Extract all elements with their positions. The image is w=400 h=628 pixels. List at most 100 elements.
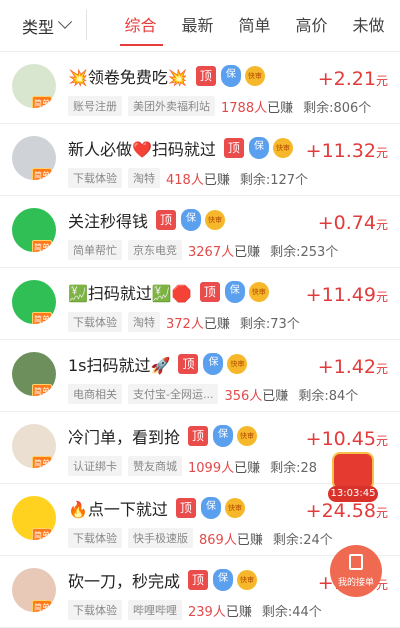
task-row[interactable]: 简单 1s扫码就过🚀 顶 保 快审 电商相关 支付宝-全网运... 356人已赚… [0,340,400,412]
task-avatar: 简单 [12,424,56,468]
remaining-count: 剩余:806个 [303,100,372,116]
earned-count: 1099人已赚 [188,457,260,476]
task-title-text: 冷门单，看到抢 [68,428,181,447]
earned-suffix: 已赚 [234,244,261,260]
earned-number: 3267人 [188,244,235,260]
task-title: 💹扫码就过💹🛑 顶 保 快审 [68,280,269,304]
platform-chip: 淘特 [128,312,160,332]
task-meta: 账号注册 美团外卖福利站 1788人已赚 剩余:806个 [68,96,371,116]
platform-chip: 赞友商城 [128,456,182,476]
avatar-tag: 简单 [32,240,52,252]
currency-unit: 元 [375,290,388,304]
task-title: 冷门单，看到抢 顶 保 快审 [68,424,258,448]
pin-badge: 顶 [156,210,177,230]
task-avatar: 简单 [12,64,56,108]
earned-suffix: 已赚 [262,388,289,404]
price-value: +1.42 [317,356,376,378]
fast-review-icon: 快审 [244,66,265,86]
fast-review-icon: 快审 [272,138,293,158]
shield-icon: 保 [200,497,221,519]
task-avatar: 简单 [12,352,56,396]
task-list: 简单 💥领卷免费吃💥 顶 保 快审 账号注册 美团外卖福利站 1788人已赚 剩… [0,52,400,628]
my-orders-button[interactable]: 我的接单 [330,545,382,597]
avatar-tag: 简单 [32,96,52,108]
pin-badge: 顶 [175,498,196,518]
avatar-tag: 简单 [32,384,52,396]
currency-unit: 元 [375,434,388,448]
type-filter-label: 类型 [22,18,55,37]
task-meta: 认证绑卡 赞友商城 1099人已赚 剩余:28 [68,456,317,476]
task-row[interactable]: 简单 新人必做❤️扫码就过 顶 保 快审 下载体验 淘特 418人已赚 剩余:1… [0,124,400,196]
earned-number: 1099人 [188,460,235,476]
task-title-text: 🔥点一下就过 [68,500,168,519]
shield-icon: 保 [220,65,241,87]
shield-icon: 保 [248,137,269,159]
earned-count: 356人已赚 [224,385,288,404]
clipboard-icon [349,554,363,570]
platform-chip: 京东电竞 [128,240,182,260]
task-row[interactable]: 简单 关注秒得钱 顶 保 快审 简单帮忙 京东电竞 3267人已赚 剩余:253… [0,196,400,268]
price-value: +11.49 [305,284,376,306]
reward-price: +2.21元 [318,68,388,90]
tab-simple[interactable]: 简单 [226,0,283,52]
reward-price: +11.49元 [306,284,388,306]
category-chip: 下载体验 [68,528,122,548]
earned-number: 1788人 [221,100,268,116]
task-title: 🔥点一下就过 顶 保 快审 [68,496,245,520]
platform-chip: 美团外卖福利站 [128,96,215,116]
earned-count: 372人已赚 [166,313,230,332]
type-filter-dropdown[interactable]: 类型 [22,14,73,38]
task-meta: 简单帮忙 京东电竞 3267人已赚 剩余:253个 [68,240,338,260]
avatar-tag: 简单 [32,312,52,324]
earned-number: 356人 [224,388,263,404]
earned-suffix: 已赚 [203,172,230,188]
task-title: 💥领卷免费吃💥 顶 保 快审 [68,64,265,88]
price-value: +0.74 [317,212,376,234]
earned-count: 418人已赚 [166,169,230,188]
remaining-count: 剩余:253个 [270,244,339,260]
task-title-text: 1s扫码就过🚀 [68,356,171,375]
earned-count: 1788人已赚 [221,97,293,116]
task-title-text: 砍一刀，秒完成 [68,572,181,591]
earned-number: 239人 [188,604,226,620]
task-row[interactable]: 简单 💹扫码就过💹🛑 顶 保 快审 下载体验 淘特 372人已赚 剩余:73个 … [0,268,400,340]
task-meta: 下载体验 快手极速版 869人已赚 剩余:24个 [68,528,333,548]
platform-chip: 哔哩哔哩 [128,600,182,620]
fast-review-icon: 快审 [224,498,245,518]
tab-comprehensive[interactable]: 综合 [112,0,169,52]
task-avatar: 简单 [12,136,56,180]
task-title: 新人必做❤️扫码就过 顶 保 快审 [68,136,293,160]
task-meta: 电商相关 支付宝-全网运... 356人已赚 剩余:84个 [68,384,358,404]
shield-icon: 保 [213,425,234,447]
tab-not-done[interactable]: 未做 [340,0,397,52]
earned-number: 869人 [199,532,237,548]
remaining-count: 剩余:127个 [239,172,309,188]
earned-count: 3267人已赚 [188,241,260,260]
red-packet-widget[interactable]: 13:03:45 [328,452,378,504]
shield-icon: 保 [224,281,245,303]
tab-newest[interactable]: 最新 [169,0,226,52]
remaining-count: 剩余:73个 [239,316,300,332]
category-chip: 简单帮忙 [68,240,122,260]
reward-price: +11.32元 [306,140,388,162]
category-chip: 下载体验 [68,600,122,620]
fast-review-icon: 快审 [227,354,248,374]
task-avatar: 简单 [12,280,56,324]
pin-badge: 顶 [178,354,199,374]
red-packet-icon [332,452,374,490]
pin-badge: 顶 [223,138,244,158]
platform-chip: 快手极速版 [128,528,193,548]
category-chip: 下载体验 [68,312,122,332]
task-title-text: 💥领卷免费吃💥 [68,68,188,87]
task-title-text: 关注秒得钱 [68,212,149,231]
task-title: 1s扫码就过🚀 顶 保 快审 [68,352,248,376]
earned-count: 239人已赚 [188,601,252,620]
task-row[interactable]: 简单 💥领卷免费吃💥 顶 保 快审 账号注册 美团外卖福利站 1788人已赚 剩… [0,52,400,124]
tab-high-price[interactable]: 高价 [283,0,340,52]
shield-icon: 保 [213,569,234,591]
price-value: +11.32 [305,140,376,162]
earned-suffix: 已赚 [225,604,252,620]
remaining-count: 剩余:84个 [298,388,359,404]
pin-badge: 顶 [188,570,209,590]
currency-unit: 元 [375,362,388,376]
